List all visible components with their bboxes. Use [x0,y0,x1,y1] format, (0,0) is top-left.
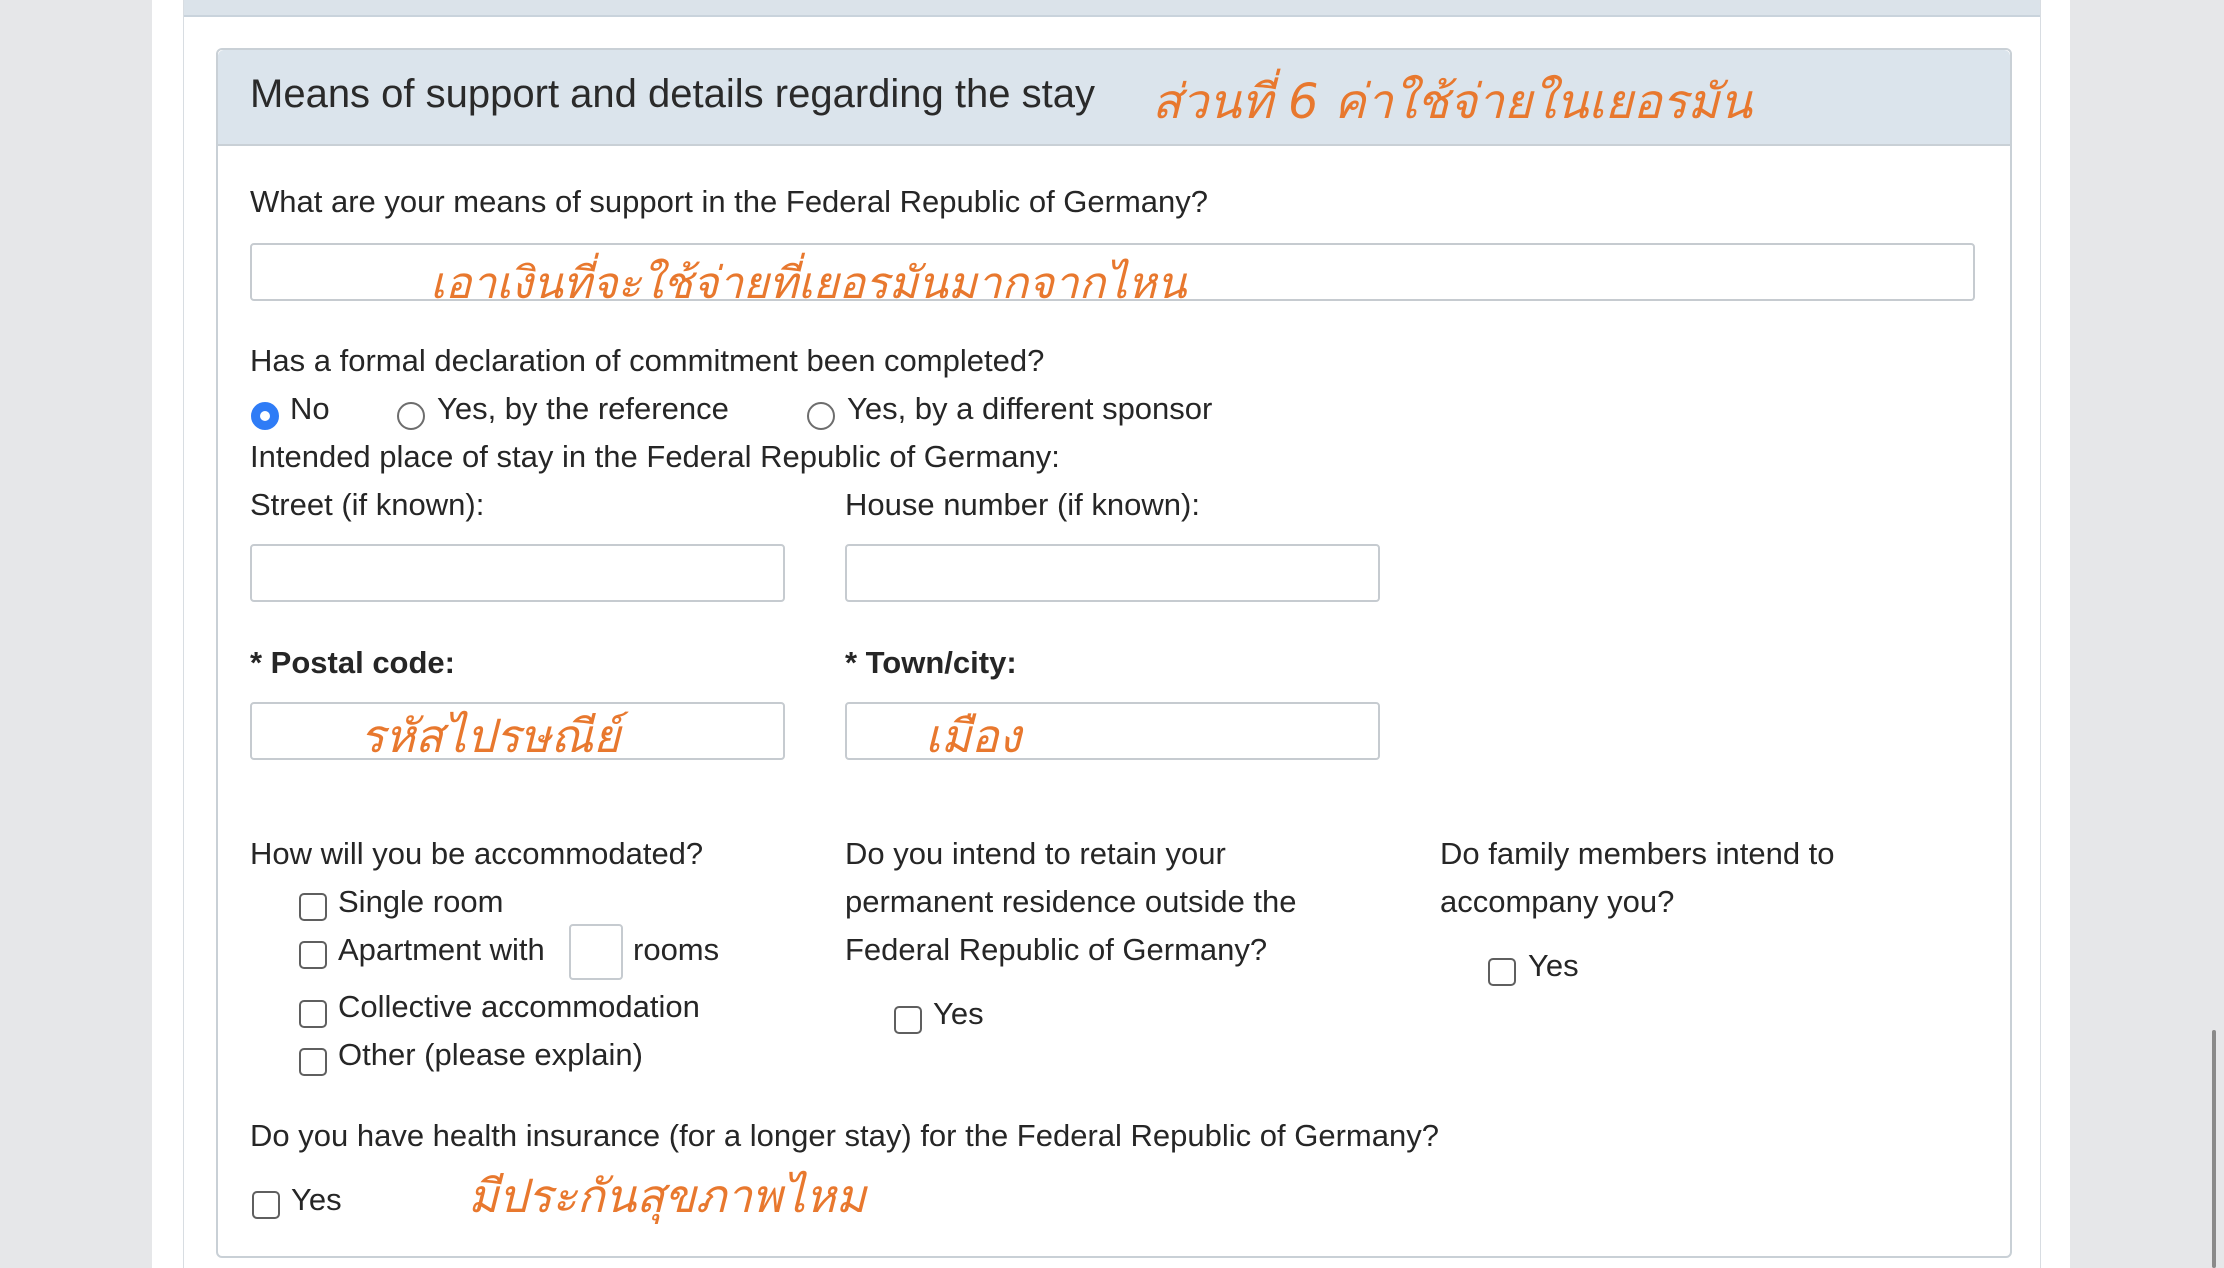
handwritten-title-note: ส่วนที่ 6 ค่าใช้จ่ายในเยอรมัน [1152,74,1752,130]
handwritten-town-note: เมือง [925,709,1022,763]
residence-question-line1: Do you intend to retain your [845,836,1226,871]
panel-header: Means of support and details regarding t… [218,50,2010,146]
other-accommodation-checkbox[interactable] [299,1048,327,1076]
collective-accommodation-label: Collective accommodation [338,989,700,1024]
support-question: What are your means of support in the Fe… [250,184,1209,219]
commitment-reference-radio[interactable] [397,402,425,430]
health-insurance-yes-checkbox[interactable] [252,1191,280,1219]
health-insurance-yes-label: Yes [291,1182,342,1217]
other-accommodation-label: Other (please explain) [338,1037,643,1072]
accommodation-question: How will you be accommodated? [250,836,704,871]
town-city-label: * Town/city: [845,645,1017,680]
commitment-reference-label: Yes, by the reference [437,391,729,426]
handwritten-postal-note: รหัสไปรษณีย์ [360,709,621,763]
street-label: Street (if known): [250,487,485,522]
family-question-line2: accompany you? [1440,884,1675,919]
container-border-left [183,0,184,1268]
panel-title: Means of support and details regarding t… [250,72,1095,116]
scrollbar-thumb[interactable] [2212,1030,2216,1268]
residence-question-line3: Federal Republic of Germany? [845,932,1268,967]
house-number-label: House number (if known): [845,487,1200,522]
health-insurance-question: Do you have health insurance (for a long… [250,1118,1439,1153]
retain-residence-yes-label: Yes [933,996,984,1031]
apartment-rooms-suffix: rooms [633,932,720,967]
container-border-right [2040,0,2041,1268]
handwritten-insurance-note: มีประกันสุขภาพไหม [468,1169,867,1223]
place-of-stay-heading: Intended place of stay in the Federal Re… [250,439,1060,474]
apartment-label: Apartment with [338,932,545,967]
street-input[interactable] [250,544,785,602]
residence-question-line2: permanent residence outside the [845,884,1297,919]
house-number-input[interactable] [845,544,1380,602]
family-question-line1: Do family members intend to [1440,836,1835,871]
handwritten-support-note: เอาเงินที่จะใช้จ่ายที่เยอรมันมากจากไหน [430,258,1187,309]
commitment-different-sponsor-label: Yes, by a different sponsor [847,391,1213,426]
single-room-checkbox[interactable] [299,893,327,921]
scrollbar-track[interactable] [2208,0,2224,1268]
commitment-question: Has a formal declaration of commitment b… [250,343,1045,378]
previous-panel-bottom [183,0,2041,17]
family-accompany-yes-checkbox[interactable] [1488,958,1516,986]
apartment-rooms-input[interactable] [569,924,623,980]
commitment-no-label: No [290,391,330,426]
means-of-support-panel: Means of support and details regarding t… [216,48,2012,1258]
family-accompany-yes-label: Yes [1528,948,1579,983]
collective-accommodation-checkbox[interactable] [299,1000,327,1028]
single-room-label: Single room [338,884,504,919]
apartment-checkbox[interactable] [299,941,327,969]
commitment-different-sponsor-radio[interactable] [807,402,835,430]
postal-code-label: * Postal code: [250,645,455,680]
commitment-no-radio[interactable] [251,402,279,430]
retain-residence-yes-checkbox[interactable] [894,1006,922,1034]
